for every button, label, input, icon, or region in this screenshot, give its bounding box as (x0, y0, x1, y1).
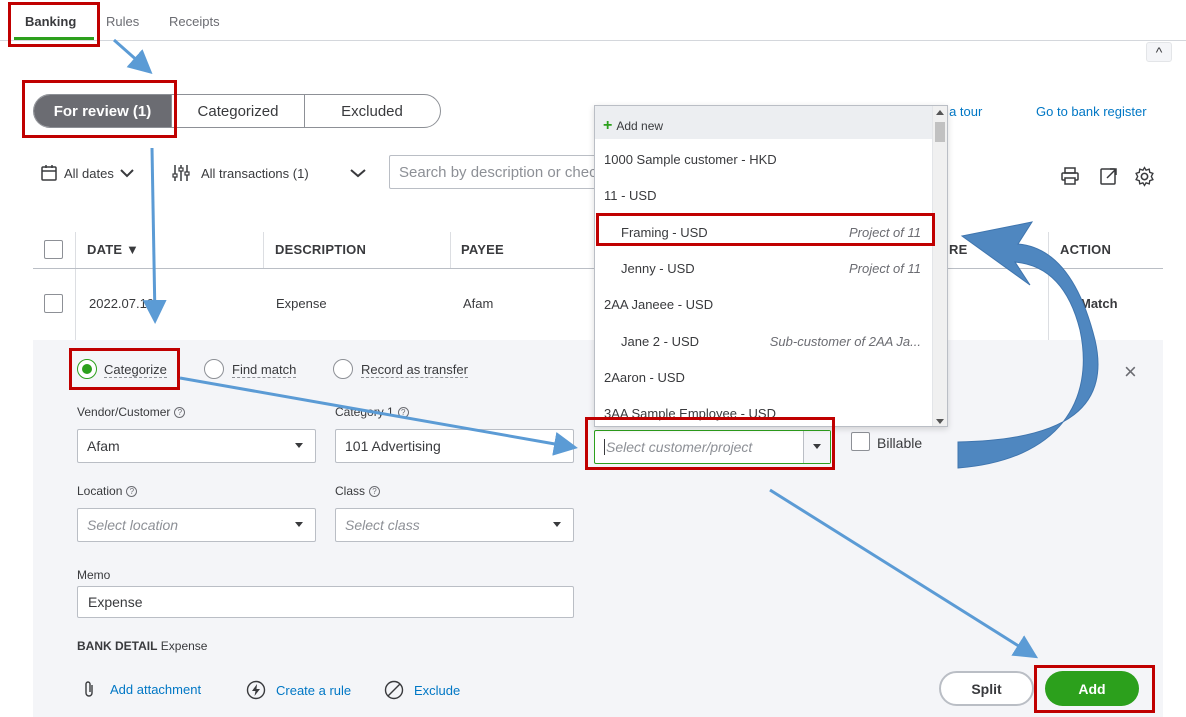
transaction-filter[interactable]: All transactions (1) (171, 164, 367, 182)
row-description: Expense (276, 296, 327, 311)
column-header-description[interactable]: DESCRIPTION (275, 242, 366, 257)
text-cursor (604, 439, 605, 455)
tab-banking[interactable]: Banking (25, 14, 76, 29)
arrow-1 (113, 38, 153, 74)
block-icon (384, 680, 404, 700)
scroll-down-icon[interactable] (936, 419, 944, 424)
dropdown-item[interactable]: 3AA Sample Employee - USD (595, 395, 933, 426)
tab-receipts[interactable]: Receipts (169, 14, 220, 29)
tab-divider (0, 40, 1186, 41)
chevron-down-icon (120, 169, 134, 178)
dropdown-item[interactable]: 2AA Janeee - USD (595, 286, 933, 322)
add-new-option[interactable]: + Add new (595, 106, 947, 139)
category-label: Category 1? (335, 405, 409, 419)
customer-dropdown: + Add new 1000 Sample customer - HKD 11 -… (594, 105, 948, 427)
bank-detail: BANK DETAIL Expense (77, 639, 208, 653)
class-label: Class? (335, 484, 381, 498)
review-segmented-control: For review (1) Categorized Excluded (33, 94, 441, 128)
scroll-up-icon[interactable] (936, 110, 944, 115)
dropdown-item[interactable]: 11 - USD (595, 177, 933, 213)
create-rule-link[interactable]: Create a rule (246, 680, 351, 700)
export-icon[interactable] (1099, 166, 1119, 186)
help-icon[interactable]: ? (397, 407, 409, 418)
row-checkbox[interactable] (44, 294, 63, 313)
memo-label: Memo (77, 568, 111, 582)
help-icon[interactable]: ? (126, 486, 138, 497)
chevron-down-icon (350, 169, 366, 178)
arrow-2 (142, 147, 167, 324)
find-match-label[interactable]: Find match (232, 362, 297, 378)
column-header-action: ACTION (1060, 242, 1112, 257)
customer-project-select[interactable]: Select customer/project (594, 430, 831, 464)
scrollbar-thumb[interactable] (935, 122, 945, 142)
segment-excluded[interactable]: Excluded (305, 95, 439, 127)
find-match-radio[interactable] (204, 359, 224, 379)
calendar-icon (41, 165, 57, 181)
row-payee: Afam (463, 296, 494, 311)
help-icon[interactable]: ? (174, 407, 186, 418)
split-button[interactable]: Split (939, 671, 1034, 706)
date-filter[interactable]: All dates (40, 164, 134, 182)
collapse-button[interactable]: ^ (1146, 42, 1172, 62)
sliders-icon (172, 165, 190, 181)
add-button[interactable]: Add (1045, 671, 1139, 706)
billable-label: Billable (877, 435, 923, 451)
categorize-label[interactable]: Categorize (104, 362, 167, 378)
tab-rules[interactable]: Rules (106, 14, 139, 29)
gear-icon[interactable] (1134, 166, 1155, 187)
lightning-icon (246, 680, 266, 700)
category-select[interactable]: 101 Advertising (335, 429, 574, 463)
segment-categorized[interactable]: Categorized (172, 95, 305, 127)
segment-for-review[interactable]: For review (1) (34, 95, 172, 127)
column-divider (450, 232, 451, 268)
plus-icon: + (603, 117, 613, 134)
record-transfer-radio[interactable] (333, 359, 353, 379)
caret-down-icon (295, 522, 303, 527)
dropdown-scrollbar[interactable] (932, 106, 947, 426)
caret-down-icon (295, 443, 303, 448)
select-all-checkbox[interactable] (44, 240, 63, 259)
location-label: Location? (77, 484, 138, 498)
paperclip-icon (85, 681, 93, 697)
help-icon[interactable]: ? (369, 486, 381, 497)
caret-down-icon (813, 444, 821, 449)
add-attachment-link[interactable]: Add attachment (83, 680, 201, 698)
vendor-label: Vendor/Customer? (77, 405, 186, 419)
column-divider (263, 232, 264, 268)
column-divider (75, 232, 76, 340)
exclude-link[interactable]: Exclude (384, 680, 460, 700)
match-link[interactable]: Match (1080, 296, 1118, 311)
memo-field[interactable]: Expense (77, 586, 574, 618)
vendor-select[interactable]: Afam (77, 429, 316, 463)
dropdown-toggle[interactable] (803, 431, 830, 463)
dropdown-item[interactable]: 1000 Sample customer - HKD (595, 141, 933, 177)
bank-register-link[interactable]: Go to bank register (1036, 104, 1147, 119)
transaction-filter-label: All transactions (1) (201, 165, 309, 181)
date-filter-label: All dates (64, 165, 114, 181)
dropdown-item[interactable]: Jenny - USD Project of 11 (595, 250, 933, 286)
search-input[interactable]: Search by description or check number (389, 155, 599, 189)
caret-down-icon (553, 522, 561, 527)
column-header-payee[interactable]: PAYEE (461, 242, 504, 257)
column-header-partial: RE (949, 242, 968, 257)
print-icon[interactable] (1060, 166, 1080, 186)
billable-checkbox[interactable] (851, 432, 870, 451)
column-divider (1048, 232, 1049, 340)
location-select[interactable]: Select location (77, 508, 316, 542)
row-date: 2022.07.19 (89, 296, 155, 311)
dropdown-item[interactable]: Framing - USD Project of 11 (595, 214, 933, 250)
column-header-date[interactable]: DATE ▼ (87, 242, 139, 257)
class-select[interactable]: Select class (335, 508, 574, 542)
close-icon[interactable]: × (1124, 361, 1137, 383)
dropdown-item[interactable]: 2Aaron - USD (595, 359, 933, 395)
dropdown-item[interactable]: Jane 2 - USD Sub-customer of 2AA Ja... (595, 323, 933, 359)
record-transfer-label[interactable]: Record as transfer (361, 362, 468, 378)
categorize-radio[interactable] (77, 359, 97, 379)
